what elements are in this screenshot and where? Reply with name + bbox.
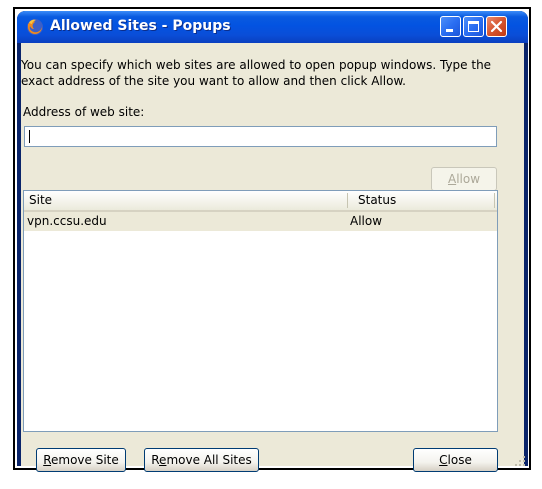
column-header-site[interactable]: Site: [29, 193, 52, 207]
close-window-button[interactable]: [486, 16, 507, 37]
remove-all-prefix: R: [151, 453, 160, 467]
column-divider[interactable]: [494, 193, 495, 208]
address-label: Address of web site:: [23, 105, 145, 119]
allow-button[interactable]: Allow: [431, 167, 497, 191]
window-title: Allowed Sites - Popups: [50, 18, 231, 34]
close-label: lose: [447, 453, 472, 467]
address-input[interactable]: [24, 126, 497, 147]
remove-all-label: move All Sites: [166, 453, 252, 467]
list-row[interactable]: vpn.ccsu.edu Allow: [24, 212, 497, 231]
resize-grip-icon[interactable]: [514, 455, 526, 467]
remove-site-label: emove Site: [51, 453, 119, 467]
firefox-icon: [27, 19, 43, 35]
close-accesskey: C: [439, 453, 448, 467]
text-caret: [29, 130, 30, 143]
list-header: Site Status: [24, 191, 497, 212]
maximize-button[interactable]: [463, 16, 484, 37]
description-text: You can specify which web sites are allo…: [21, 58, 492, 88]
close-button[interactable]: Close: [413, 448, 498, 472]
minimize-icon: [446, 29, 453, 32]
title-bar[interactable]: Allowed Sites - Popups: [17, 11, 528, 43]
maximize-icon: [468, 21, 479, 32]
column-header-status[interactable]: Status: [358, 193, 396, 207]
close-icon: [490, 20, 503, 33]
sites-list[interactable]: Site Status vpn.ccsu.edu Allow: [23, 190, 498, 432]
remove-all-sites-button[interactable]: Remove All Sites: [144, 448, 259, 472]
remove-site-accesskey: R: [43, 453, 52, 467]
allow-button-accesskey: A: [447, 172, 457, 186]
column-divider[interactable]: [347, 193, 348, 208]
minimize-button[interactable]: [440, 16, 461, 37]
row-status: Allow: [350, 214, 383, 228]
allow-button-label: llow: [456, 172, 481, 186]
remove-site-button[interactable]: Remove Site: [36, 448, 126, 472]
row-site: vpn.ccsu.edu: [27, 214, 107, 228]
